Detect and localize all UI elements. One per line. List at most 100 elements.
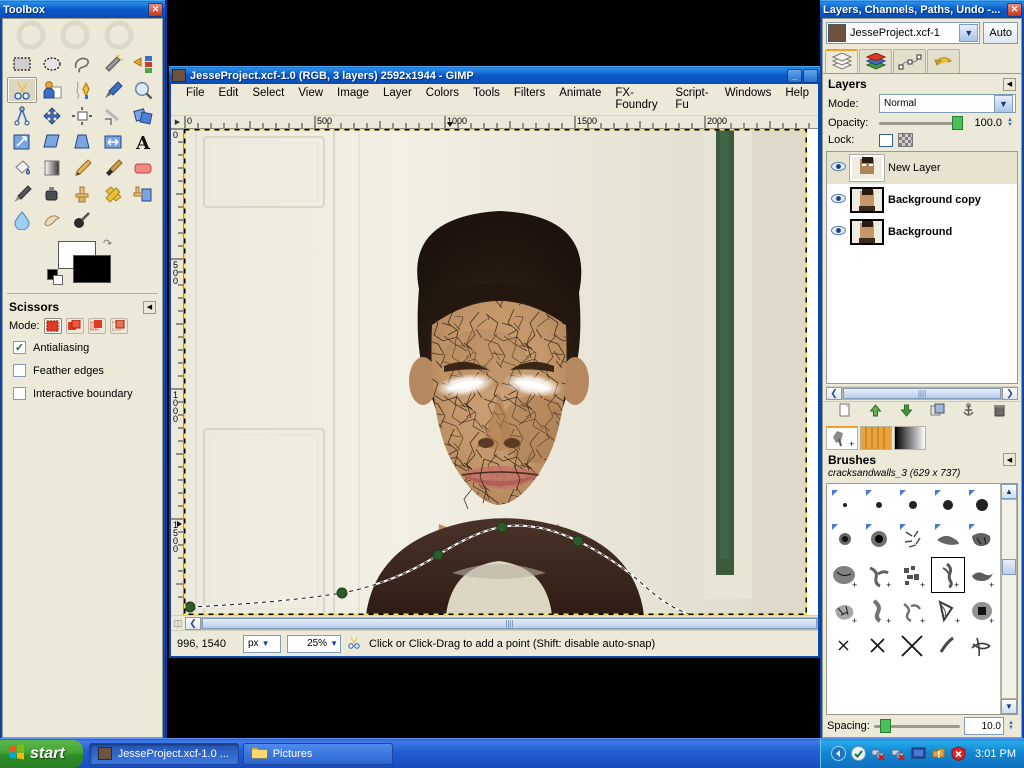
undo-history-tab[interactable] <box>927 49 960 73</box>
background-color-swatch[interactable] <box>73 255 111 283</box>
table-row[interactable]: Background copy <box>827 184 1017 216</box>
feather-edges-row[interactable]: Feather edges <box>3 359 162 382</box>
scissors-select-tool[interactable] <box>7 77 38 103</box>
move-tool[interactable] <box>37 103 67 129</box>
mode-subtract-button[interactable] <box>87 318 106 334</box>
shear-tool[interactable] <box>37 129 67 155</box>
brush-grid-scrollbar[interactable]: ▲ ▼ <box>1000 483 1017 714</box>
paths-tab[interactable] <box>893 49 926 73</box>
raise-layer-button[interactable] <box>868 403 883 421</box>
table-row[interactable]: Background <box>827 216 1017 248</box>
taskbar-item-pictures[interactable]: Pictures <box>242 742 393 765</box>
menu-file[interactable]: File <box>179 86 212 112</box>
opacity-spinner[interactable]: ▲ ▼ <box>1007 117 1016 128</box>
brush-cell[interactable]: + <box>896 593 930 629</box>
scroll-track[interactable] <box>1001 498 1017 699</box>
zoom-tool[interactable] <box>128 77 158 103</box>
start-button[interactable]: start <box>0 739 83 768</box>
minimize-button[interactable]: _ <box>787 68 802 83</box>
brush-cell-selected[interactable]: + <box>930 556 965 593</box>
table-row[interactable]: New Layer <box>827 152 1017 184</box>
menu-layer[interactable]: Layer <box>376 86 419 112</box>
warning-icon[interactable] <box>931 746 946 761</box>
spacing-value-field[interactable]: 10.0 <box>964 717 1004 735</box>
new-layer-button[interactable] <box>837 403 852 421</box>
patterns-tab[interactable] <box>860 425 892 450</box>
interactive-boundary-row[interactable]: Interactive boundary <box>3 382 162 405</box>
collapse-icon[interactable]: ◀ <box>1003 453 1016 466</box>
brush-cell[interactable]: + <box>896 557 930 593</box>
color-picker-tool[interactable] <box>98 77 128 103</box>
collapse-icon[interactable]: ◀ <box>143 300 156 314</box>
lower-layer-button[interactable] <box>899 403 914 421</box>
network-disconnected-icon[interactable] <box>871 746 886 761</box>
brush-cell[interactable] <box>931 521 965 557</box>
brush-cell[interactable] <box>965 629 999 665</box>
chevron-down-icon[interactable]: ▼ <box>959 24 979 42</box>
eye-icon[interactable] <box>831 161 846 175</box>
unit-combobox[interactable]: px ▼ <box>243 634 281 653</box>
brush-cell[interactable] <box>828 521 862 557</box>
brush-cell[interactable]: + <box>828 557 862 593</box>
antialiasing-row[interactable]: ✓ Antialiasing <box>3 336 162 359</box>
free-select-tool[interactable] <box>67 51 97 77</box>
image-canvas[interactable] <box>184 129 818 615</box>
menu-fx-foundry[interactable]: FX-Foundry <box>608 86 668 112</box>
brush-cell[interactable]: + <box>965 593 999 629</box>
chevron-down-icon[interactable]: ▼ <box>994 94 1013 113</box>
dock-titlebar[interactable]: Layers, Channels, Paths, Undo -... ✕ <box>820 0 1024 18</box>
brush-cell[interactable] <box>862 521 896 557</box>
menu-image[interactable]: Image <box>330 86 376 112</box>
security-alert-icon[interactable] <box>951 746 966 761</box>
brush-cell[interactable] <box>931 629 965 665</box>
menu-select[interactable]: Select <box>245 86 291 112</box>
delete-layer-button[interactable] <box>992 403 1007 421</box>
paintbrush-tool[interactable] <box>98 155 128 181</box>
close-icon[interactable]: ✕ <box>148 2 163 17</box>
menu-edit[interactable]: Edit <box>212 86 246 112</box>
airbrush-tool[interactable] <box>7 181 37 207</box>
bucket-fill-tool[interactable] <box>7 155 37 181</box>
menu-help[interactable]: Help <box>778 86 816 112</box>
collapse-icon[interactable]: ◀ <box>1003 77 1016 91</box>
opacity-slider[interactable] <box>879 116 963 130</box>
interactive-boundary-checkbox[interactable] <box>13 387 26 400</box>
canvas-horizontal-scrollbar[interactable]: ◫ ❮ |||| <box>171 615 818 630</box>
brush-cell[interactable] <box>965 521 999 557</box>
brush-cell[interactable] <box>828 629 862 665</box>
lock-alpha-checkbox[interactable] <box>898 133 913 147</box>
brush-cell[interactable] <box>965 485 999 521</box>
layer-mode-combobox[interactable]: Normal ▼ <box>879 94 1016 113</box>
align-tool[interactable] <box>67 103 97 129</box>
spacing-slider[interactable] <box>873 719 960 733</box>
image-combobox[interactable]: JesseProject.xcf-1 ▼ <box>826 22 981 44</box>
menu-windows[interactable]: Windows <box>718 86 779 112</box>
antialiasing-checkbox[interactable]: ✓ <box>13 341 26 354</box>
brush-cell[interactable] <box>896 629 930 665</box>
brush-cell[interactable]: + <box>828 593 862 629</box>
scroll-left-button[interactable]: ❮ <box>185 616 201 630</box>
mode-add-button[interactable] <box>65 318 84 334</box>
scroll-down-button[interactable]: ▼ <box>1001 699 1017 714</box>
toolbox-titlebar[interactable]: Toolbox ✕ <box>0 0 165 18</box>
perspective-clone-tool[interactable] <box>128 181 158 207</box>
menu-button-icon[interactable]: ▶ <box>171 116 185 129</box>
brushes-tab[interactable]: + <box>826 425 858 450</box>
scroll-thumb[interactable]: |||| <box>843 388 1001 399</box>
scroll-thumb[interactable]: |||| <box>202 617 817 629</box>
ink-tool[interactable] <box>37 181 67 207</box>
rotate-tool[interactable] <box>128 103 158 129</box>
flip-tool[interactable] <box>98 129 128 155</box>
brush-cell[interactable] <box>862 485 896 521</box>
gradient-tool[interactable] <box>37 155 67 181</box>
zoom-combobox[interactable]: 25% ▼ <box>287 634 341 653</box>
brush-cell[interactable] <box>931 485 965 521</box>
menu-tools[interactable]: Tools <box>466 86 507 112</box>
display-settings-icon[interactable] <box>911 746 926 761</box>
auto-button[interactable]: Auto <box>983 22 1018 44</box>
select-by-color-tool[interactable] <box>128 51 158 77</box>
scroll-track[interactable]: |||| <box>201 616 818 630</box>
scroll-thumb[interactable] <box>1002 559 1016 576</box>
quickmask-icon[interactable]: ◫ <box>171 617 185 630</box>
scroll-track[interactable]: |||| <box>842 387 1002 400</box>
